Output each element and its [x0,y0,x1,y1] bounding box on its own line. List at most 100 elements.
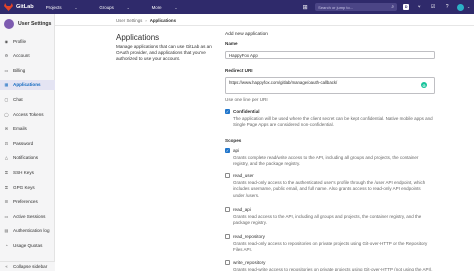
redirect-uri-help: Use one line per URI [225,97,268,102]
new-item-button[interactable]: ⊞ [298,3,312,11]
preferences-icon: ☰ [4,199,9,205]
section-title: Add new application [225,32,268,37]
grammarly-icon[interactable]: G [421,82,427,88]
access-tokens-icon: ◯ [4,111,9,117]
scope-label: api [233,148,240,153]
sidebar-item-label: Emails [13,126,27,132]
account-icon: ⚙ [4,53,9,59]
sidebar-item-notifications[interactable]: △ Notifications [0,153,55,163]
sidebar-item-label: GPG Keys [13,184,35,190]
chevron-right-icon: › [145,18,147,23]
sidebar-item-gpg-keys[interactable]: ⚿ GPG Keys [0,182,55,192]
help-icon[interactable]: ? [443,3,451,11]
scope-help: Grants read access to the API, including… [233,214,422,226]
profile-icon: ◉ [4,38,9,44]
scope-label: read_repository [233,234,265,239]
scopes-label: Scopes [225,138,242,143]
name-field[interactable] [225,51,435,59]
applications-icon: ▦ [4,82,9,88]
sidebar-item-label: Applications [13,82,41,88]
breadcrumb-user-settings[interactable]: User Settings [116,18,142,23]
search-icon: ⌕ [391,4,395,10]
scope-label: read_user [233,173,254,178]
authentication-log-icon: ▤ [4,228,9,234]
menu-projects[interactable]: Projects ⌄ [46,5,89,10]
sidebar-item-applications[interactable]: ▦ Applications [0,79,55,90]
sidebar-item-ssh-keys[interactable]: ⚿ SSH Keys [0,167,55,177]
redirect-uri-field[interactable]: https://www.happyfox.com/gitlab/manage/o… [225,77,435,94]
top-navbar: GitLab Projects ⌄ Groups ⌄ More ⌄ ⊞ ⌕ D … [0,0,474,14]
password-icon: ⊡ [4,140,9,146]
scope-help: Grants read-write access to repositories… [233,267,433,271]
scope-checkbox-read-user[interactable] [225,173,230,178]
active-sessions-icon: ▭ [4,213,9,219]
page-title: Applications [116,33,160,42]
page-description: Manage applications that can use GitLab … [116,44,212,62]
sidebar-item-password[interactable]: ⊡ Password [0,138,55,148]
breadcrumb: User Settings › Applications [116,18,176,23]
top-menu: Projects ⌄ Groups ⌄ More ⌄ [46,5,200,10]
sidebar-item-label: Chat [13,96,23,102]
scope-checkbox-api[interactable]: ✓ [225,148,230,153]
sidebar-item-label: Billing [13,67,26,73]
name-label: Name [225,41,238,46]
usage-quotas-icon: ◔ [5,242,8,248]
chat-icon: ▢ [4,96,9,102]
sidebar-item-billing[interactable]: ▭ Billing [0,65,55,75]
breadcrumb-current[interactable]: Applications [150,18,176,23]
search-box[interactable]: ⌕ [315,3,398,11]
sidebar-item-label: Profile [13,38,27,44]
emails-icon: ✉ [4,126,9,132]
sidebar-item-emails[interactable]: ✉ Emails [0,124,55,134]
billing-icon: ▭ [4,67,9,73]
sidebar-item-access-tokens[interactable]: ◯ Access Tokens [0,109,55,119]
user-avatar[interactable] [457,3,465,11]
scope-checkbox-write-repository[interactable] [225,260,230,265]
search-input[interactable] [318,4,392,10]
redirect-uri-label: Redirect URI [225,68,253,73]
plus-icon: ⊞ [302,4,308,11]
scope-label: write_repository [233,260,266,265]
sidebar-item-label: Usage Quotas [13,242,43,248]
menu-more[interactable]: More ⌄ [152,5,189,10]
avatar [4,18,14,29]
scope-help: Grants read-only access to repositories … [233,241,428,253]
sidebar-header[interactable]: User Settings [0,14,54,33]
sidebar-item-label: Active Sessions [13,213,46,219]
check-icon: ✓ [225,109,230,114]
sidebar-item-label: Account [13,53,30,59]
check-icon: ✓ [225,148,230,153]
gitlab-tanuki-icon [4,3,13,11]
menu-groups[interactable]: Groups ⌄ [99,5,140,10]
sidebar-item-profile[interactable]: ◉ Profile [0,36,55,46]
sidebar-item-label: SSH Keys [13,169,34,175]
sidebar-item-usage-quotas[interactable]: ◔ Usage Quotas [0,240,55,250]
logo-text: GitLab [16,4,34,10]
collapse-sidebar-button[interactable]: « Collapse sidebar [0,261,55,271]
scope-label: read_api [233,207,251,212]
sidebar-item-label: Authentication log [13,228,50,234]
merge-requests-icon[interactable]: ⑂ [415,3,423,11]
chevron-down-icon[interactable]: ⌄ [467,5,470,9]
sidebar-item-active-sessions[interactable]: ▭ Active Sessions [0,211,55,221]
confidential-checkbox[interactable]: ✓ [225,109,230,114]
confidential-help: The application will be used where the c… [233,116,433,128]
sidebar-item-account[interactable]: ⚙ Account [0,51,55,61]
scope-checkbox-read-repository[interactable] [225,234,230,239]
collapse-icon: « [5,264,8,269]
gitlab-logo[interactable]: GitLab [4,3,34,11]
issues-icon[interactable]: ☑ [429,3,437,11]
sidebar-item-label: Preferences [13,199,38,205]
confidential-label: Confidential [233,109,260,114]
sidebar-item-chat[interactable]: ▢ Chat [0,94,55,104]
breadcrumb-divider [55,25,474,26]
sidebar-item-label: Password [13,140,34,146]
scope-help: Grants read-only access to the authentic… [233,180,426,198]
sidebar-item-label: Access Tokens [13,111,44,117]
scope-checkbox-read-api[interactable] [225,207,230,212]
sidebar-item-authentication-log[interactable]: ▤ Authentication log [0,226,55,236]
ssh-keys-icon: ⚿ [4,169,9,175]
todo-icon[interactable]: D [403,4,410,10]
sidebar-item-preferences[interactable]: ☰ Preferences [0,197,55,207]
gpg-keys-icon: ⚿ [4,184,9,190]
